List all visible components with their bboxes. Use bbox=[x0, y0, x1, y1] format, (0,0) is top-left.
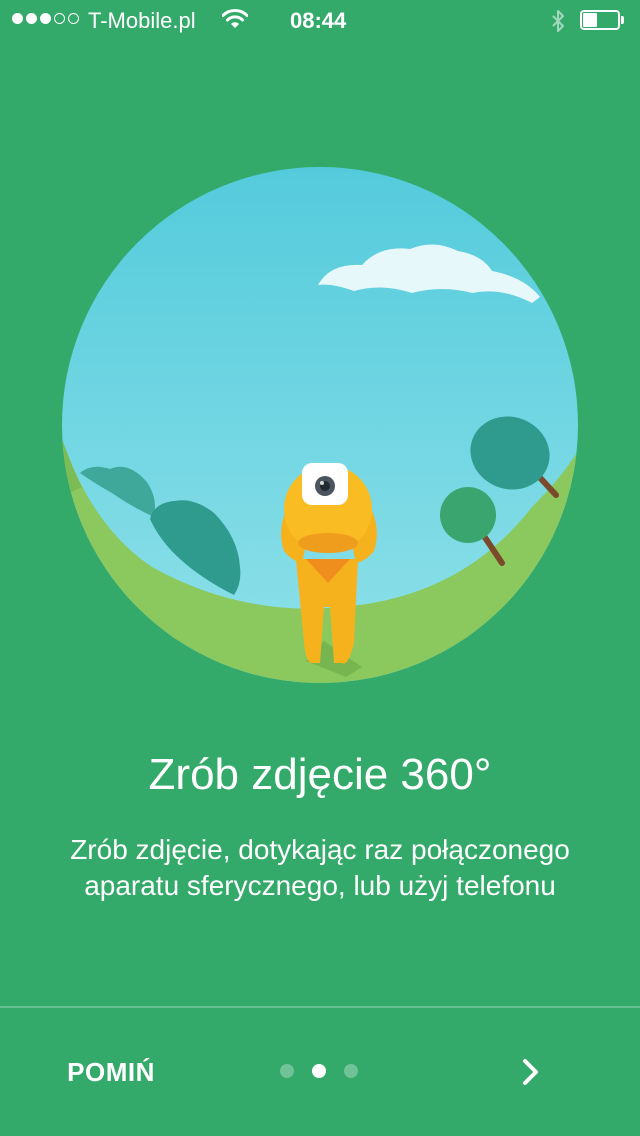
signal-dot bbox=[26, 13, 37, 24]
signal-dot bbox=[68, 13, 79, 24]
signal-strength-icon bbox=[12, 13, 79, 24]
tree-right bbox=[440, 487, 496, 543]
signal-dot bbox=[40, 13, 51, 24]
page-dot bbox=[344, 1064, 358, 1078]
page-indicator bbox=[280, 1064, 358, 1078]
carrier-name: T-Mobile.pl bbox=[88, 8, 196, 33]
bluetooth-icon bbox=[552, 10, 564, 32]
footer-divider bbox=[0, 1006, 640, 1008]
clock-time: 08:44 bbox=[290, 8, 347, 33]
page-title: Zrób zdjęcie 360° bbox=[148, 750, 492, 799]
battery-level bbox=[583, 13, 597, 27]
signal-dot bbox=[54, 13, 65, 24]
onboarding-illustration bbox=[62, 167, 578, 683]
page-dot-active bbox=[312, 1064, 326, 1078]
signal-dot bbox=[12, 13, 23, 24]
page-description: Zrób zdjęcie, dotykając raz połączonego … bbox=[70, 834, 570, 901]
status-bar: T-Mobile.pl 08:44 bbox=[0, 0, 640, 40]
battery-icon bbox=[580, 10, 624, 30]
wifi-icon bbox=[222, 9, 248, 28]
chevron-right-icon bbox=[523, 1059, 538, 1085]
page-dot bbox=[280, 1064, 294, 1078]
next-button[interactable] bbox=[506, 1047, 556, 1097]
skip-button[interactable]: POMIŃ bbox=[46, 1042, 176, 1102]
